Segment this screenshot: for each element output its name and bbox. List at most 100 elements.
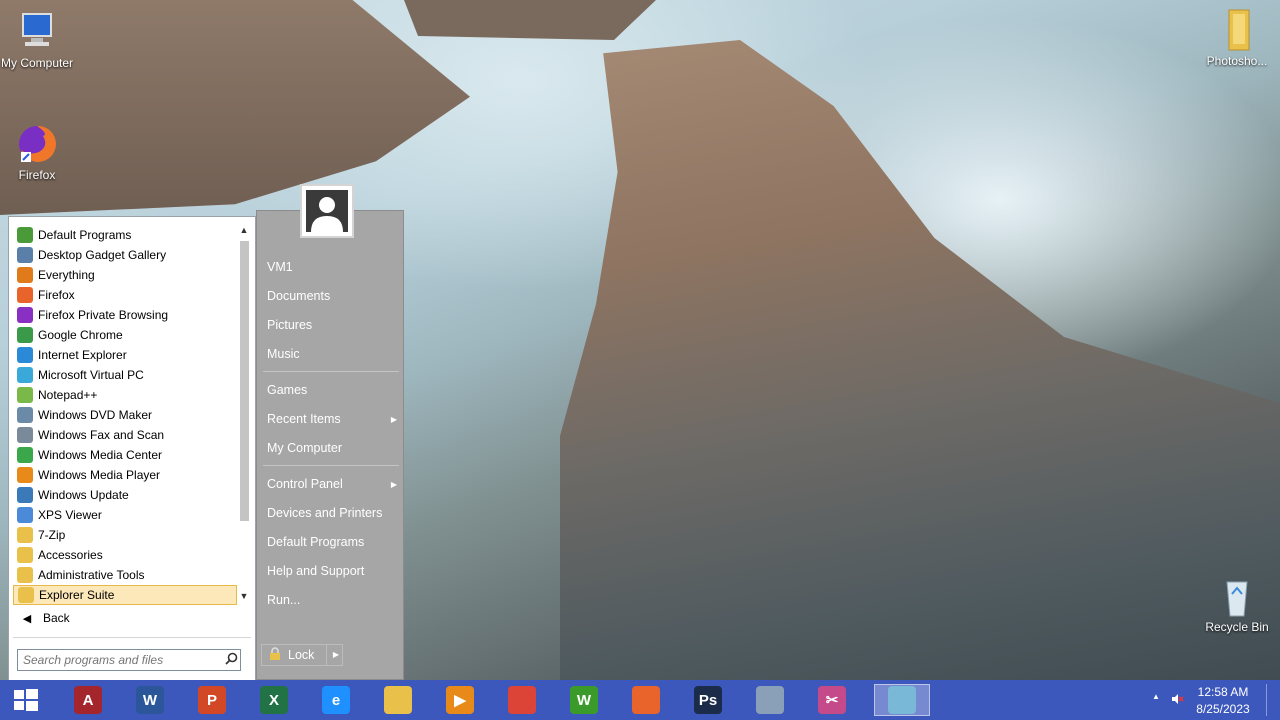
program-item[interactable]: Microsoft Virtual PC — [13, 365, 237, 385]
lock-button[interactable]: Lock ▶ — [261, 644, 343, 666]
disc-burner-icon — [888, 686, 916, 714]
menu-item-label: Music — [267, 347, 300, 361]
taskbar-button[interactable]: X — [254, 684, 294, 716]
firefox-icon — [632, 686, 660, 714]
taskbar-button[interactable]: P — [192, 684, 232, 716]
program-item[interactable]: Internet Explorer — [13, 345, 237, 365]
program-label: Internet Explorer — [38, 348, 127, 362]
start-button[interactable] — [8, 688, 42, 712]
taskbar-button[interactable]: ▶ — [440, 684, 480, 716]
folder-icon — [17, 527, 33, 543]
taskbar-button[interactable] — [874, 684, 930, 716]
powerpoint-icon: P — [198, 686, 226, 714]
clock[interactable]: 12:58 AM 8/25/2023 — [1188, 684, 1258, 718]
desktop-icon-photoshop-folder[interactable]: Photosho... — [1200, 8, 1274, 68]
search-input[interactable] — [18, 652, 222, 668]
taskbar-button[interactable] — [626, 684, 666, 716]
menu-item-label: Control Panel — [267, 477, 343, 491]
menu-item-pictures[interactable]: Pictures — [267, 318, 397, 332]
desktop-icon-label: Firefox — [18, 168, 56, 182]
menu-item-default-programs[interactable]: Default Programs — [267, 535, 397, 549]
show-desktop-button[interactable] — [1266, 684, 1277, 716]
menu-item-recent-items[interactable]: Recent Items ▶ — [267, 412, 397, 427]
virtual-pc-icon — [17, 367, 33, 383]
program-label: Administrative Tools — [38, 568, 145, 582]
clock-date: 8/25/2023 — [1196, 702, 1250, 716]
desktop-icon-firefox[interactable]: Firefox — [0, 122, 74, 182]
program-list-scrollbar[interactable]: ▲ ▼ — [237, 221, 251, 603]
program-label: Windows Media Player — [38, 468, 161, 482]
taskbar-button[interactable]: Ps — [688, 684, 728, 716]
user-avatar[interactable] — [300, 184, 354, 238]
menu-item-my-computer[interactable]: My Computer — [267, 441, 397, 455]
menu-item-music[interactable]: Music — [267, 347, 397, 361]
program-label: Firefox Private Browsing — [38, 308, 169, 322]
menu-item-label: Pictures — [267, 318, 313, 332]
taskbar-button[interactable]: e — [316, 684, 356, 716]
desktop-icon-label: My Computer — [0, 56, 74, 70]
start-menu: Default Programs Desktop Gadget Gallery Ev… — [2, 184, 404, 682]
program-item[interactable]: Accessories — [13, 545, 237, 565]
program-item[interactable]: Firefox Private Browsing — [13, 305, 237, 325]
firefox-private-icon — [17, 307, 33, 323]
winamp-games-icon: W — [570, 686, 598, 714]
menu-item-documents[interactable]: Documents — [267, 289, 397, 303]
back-label: Back — [43, 611, 70, 625]
program-item[interactable]: Firefox — [13, 285, 237, 305]
taskbar-button[interactable]: A — [68, 684, 108, 716]
firefox-icon — [17, 287, 33, 303]
program-item[interactable]: Windows Update — [13, 485, 237, 505]
back-arrow-icon: ◀ — [22, 612, 32, 625]
gadget-gallery-icon — [17, 247, 33, 263]
menu-item-vm1[interactable]: VM1 — [267, 260, 397, 274]
program-item[interactable]: Windows DVD Maker — [13, 405, 237, 425]
program-item[interactable]: Desktop Gadget Gallery — [13, 245, 237, 265]
program-item[interactable]: Administrative Tools — [13, 565, 237, 585]
program-list: Default Programs Desktop Gadget Gallery Ev… — [13, 225, 237, 605]
program-item[interactable]: Windows Media Player — [13, 465, 237, 485]
menu-item-games[interactable]: Games — [267, 383, 397, 397]
show-hidden-icons-icon[interactable]: ▲ — [1152, 692, 1160, 701]
taskbar-button[interactable]: ✂ — [812, 684, 852, 716]
program-item[interactable]: XPS Viewer — [13, 505, 237, 525]
desktop-icon-recycle-bin[interactable]: Recycle Bin — [1200, 574, 1274, 634]
search-box[interactable] — [17, 649, 241, 671]
search-icon[interactable] — [222, 652, 240, 668]
program-item[interactable]: Default Programs — [13, 225, 237, 245]
menu-item-devices-printers[interactable]: Devices and Printers — [267, 506, 397, 520]
menu-item-help-support[interactable]: Help and Support — [267, 564, 397, 578]
start-menu-programs-pane: Default Programs Desktop Gadget Gallery Ev… — [8, 216, 256, 682]
program-label: Windows Update — [38, 488, 129, 502]
taskbar-button[interactable]: W — [130, 684, 170, 716]
menu-item-control-panel[interactable]: Control Panel ▶ — [267, 477, 397, 492]
menu-item-label: Devices and Printers — [267, 506, 383, 520]
volume-muted-icon[interactable] — [1170, 692, 1184, 709]
program-item[interactable]: Windows Fax and Scan — [13, 425, 237, 445]
program-item[interactable]: 7-Zip — [13, 525, 237, 545]
scroll-up-icon[interactable]: ▲ — [237, 223, 251, 237]
access-icon: A — [74, 686, 102, 714]
program-item[interactable]: Explorer Suite — [13, 585, 237, 605]
program-label: Notepad++ — [38, 388, 98, 402]
taskbar-button[interactable] — [750, 684, 790, 716]
program-item[interactable]: Google Chrome — [13, 325, 237, 345]
recycle-bin-icon — [1215, 574, 1259, 618]
windows-update-icon — [17, 487, 33, 503]
menu-item-run[interactable]: Run... — [267, 593, 397, 607]
divider — [13, 637, 251, 638]
taskbar-button[interactable] — [502, 684, 542, 716]
taskbar-button[interactable]: W — [564, 684, 604, 716]
program-item[interactable]: Notepad++ — [13, 385, 237, 405]
program-item[interactable]: Everything — [13, 265, 237, 285]
desktop-icon-my-computer[interactable]: My Computer — [0, 10, 74, 70]
program-item[interactable]: Windows Media Center — [13, 445, 237, 465]
network-computer-icon — [756, 686, 784, 714]
program-label: Windows DVD Maker — [38, 408, 153, 422]
taskbar-button[interactable] — [378, 684, 418, 716]
chrome-icon — [508, 686, 536, 714]
scroll-thumb[interactable] — [240, 241, 249, 521]
back-button[interactable]: ◀ Back — [17, 607, 247, 629]
scroll-down-icon[interactable]: ▼ — [237, 589, 251, 603]
lock-options-arrow-icon[interactable]: ▶ — [326, 645, 345, 665]
notepad-plus-icon — [17, 387, 33, 403]
